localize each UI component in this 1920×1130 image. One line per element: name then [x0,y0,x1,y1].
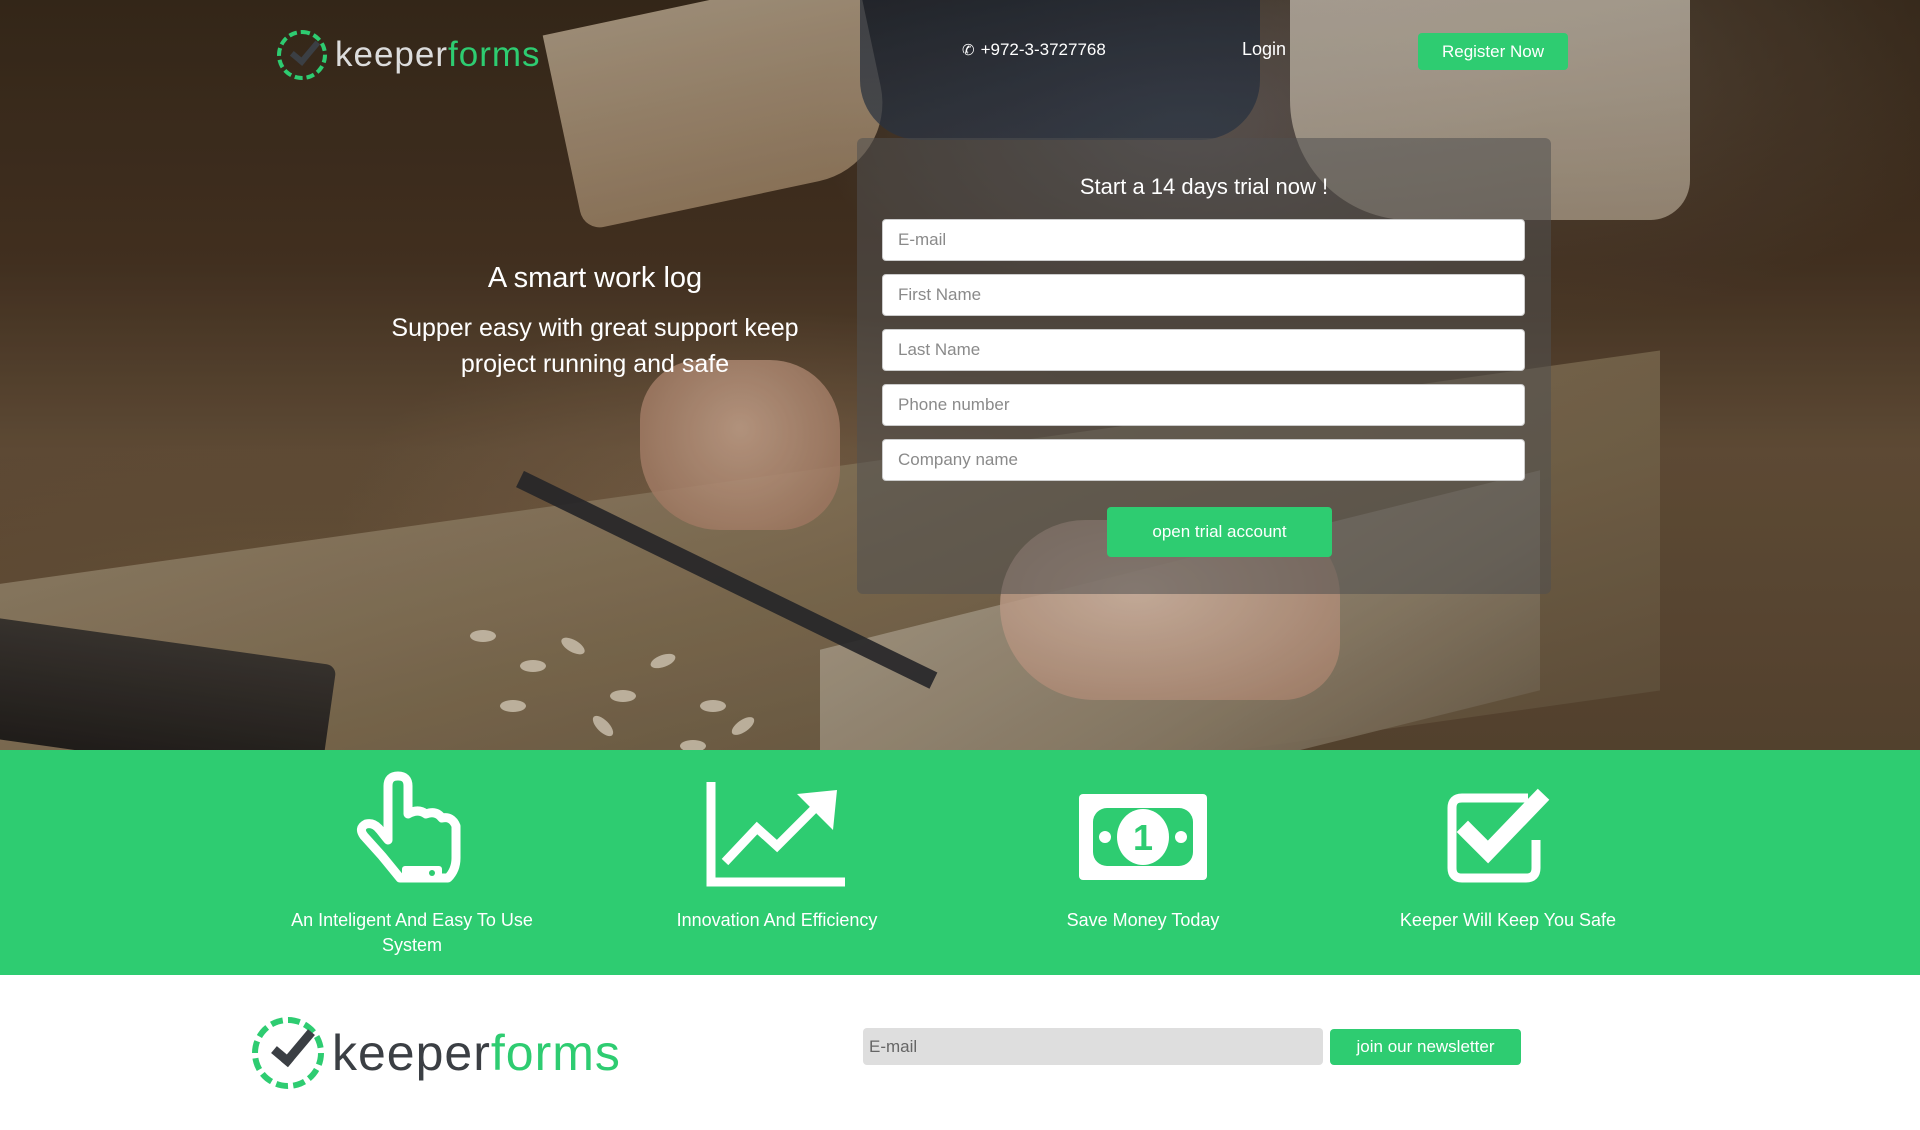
hero-title: A smart work log [487,262,703,294]
svg-text:1: 1 [1133,817,1153,858]
email-field[interactable] [882,219,1525,261]
logo-wordmark: keeperforms [335,35,541,74]
logo-wordmark: keeperforms [332,1025,621,1081]
join-newsletter-button[interactable]: join our newsletter [1330,1029,1521,1065]
checkbox-icon [1447,788,1550,883]
feature-label: Keeper Will Keep You Safe [1399,910,1617,930]
last-name-field[interactable] [882,329,1525,371]
trial-form-title: Start a 14 days trial now ! [1079,174,1329,199]
phone-number: +972-3-3727768 [980,40,1106,59]
feature-label: Innovation And Efficiency [676,910,878,930]
trending-up-chart-icon [706,782,845,887]
phone-number-field[interactable] [882,384,1525,426]
footer-logo[interactable]: keeperforms [252,1017,621,1089]
feature-label: Save Money Today [1066,910,1220,930]
open-trial-account-button[interactable]: open trial account [1107,507,1332,557]
phone-icon: ✆ [962,42,975,59]
logo[interactable]: keeperforms [277,30,541,80]
login-link[interactable]: Login [1242,39,1286,60]
features-band: An Inteligent And Easy To Use System Inn… [0,750,1920,975]
register-now-button[interactable]: Register Now [1418,33,1568,70]
phone-contact[interactable]: ✆ +972-3-3727768 [962,40,1106,60]
trial-signup-form: Start a 14 days trial now ! open trial a… [857,138,1551,594]
first-name-field[interactable] [882,274,1525,316]
feature-label: An Inteligent And Easy To Use System [291,910,533,955]
newsletter-email-input[interactable] [863,1028,1323,1065]
hero-subtitle: Supper easy with great support keep proj… [391,314,799,378]
logo-check-circle-icon [277,30,327,80]
pointer-hand-icon [356,771,461,883]
logo-check-circle-icon [252,1017,324,1089]
company-name-field[interactable] [882,439,1525,481]
dollar-bill-icon: 1 [1079,794,1207,880]
